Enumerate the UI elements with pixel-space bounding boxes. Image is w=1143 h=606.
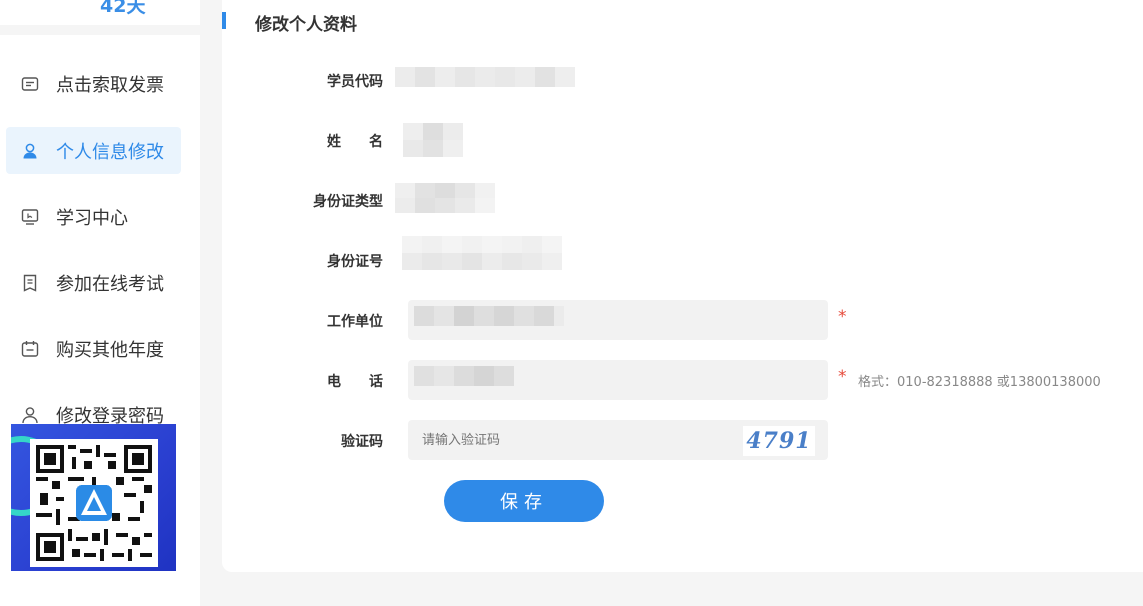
sidebar-item-invoice[interactable]: 点击索取发票 [6,60,181,107]
required-mark: * [838,367,847,387]
sidebar-item-label: 个人信息修改 [56,141,164,163]
sidebar-item-exam[interactable]: 参加在线考试 [6,259,181,306]
work-unit-input[interactable] [408,300,828,340]
exam-icon [20,273,40,293]
qr-code [30,439,158,567]
name-value [403,123,463,157]
sidebar-item-label: 点击索取发票 [56,74,164,96]
phone-value [414,366,514,386]
user-icon [20,141,40,161]
app-qr-promo [11,424,176,571]
calendar-icon [20,339,40,359]
required-mark: * [838,307,847,327]
student-code-value [395,67,579,87]
work-unit-label: 工作单位 [327,314,383,330]
phone-format-hint: 格式：010-82318888 或13800138000 [858,375,1101,390]
id-number-label: 身份证号 [327,254,383,270]
page-title: 修改个人资料 [255,15,357,35]
captcha-image[interactable]: 4791 [743,426,815,456]
sidebar-item-label: 购买其他年度 [56,339,164,361]
save-button[interactable]: 保存 [444,480,604,522]
monitor-icon [20,207,40,227]
sidebar-item-purchase[interactable]: 购买其他年度 [6,325,181,372]
name-label: 姓 名 [327,134,383,150]
sidebar-item-label: 学习中心 [56,207,128,229]
phone-label: 电 话 [327,374,383,390]
sidebar-header: 42天 [0,0,200,25]
captcha-label: 验证码 [341,434,383,450]
id-type-value [395,183,495,213]
student-code-label: 学员代码 [327,74,383,90]
title-accent-bar [222,12,226,29]
sidebar-item-learning[interactable]: 学习中心 [6,193,181,240]
id-type-label: 身份证类型 [313,194,383,210]
phone-input[interactable] [408,360,828,400]
work-unit-value [414,306,564,326]
invoice-icon [20,74,40,94]
sidebar-item-profile[interactable]: 个人信息修改 [6,127,181,174]
id-number-value [402,236,562,270]
remaining-days: 42天 [100,0,146,17]
sidebar-item-label: 参加在线考试 [56,273,164,295]
person-lock-icon [20,405,40,425]
profile-edit-panel: 修改个人资料 学员代码 姓 名 身份证类型 身份证号 工作单位 * 电 话 * … [222,0,1143,572]
